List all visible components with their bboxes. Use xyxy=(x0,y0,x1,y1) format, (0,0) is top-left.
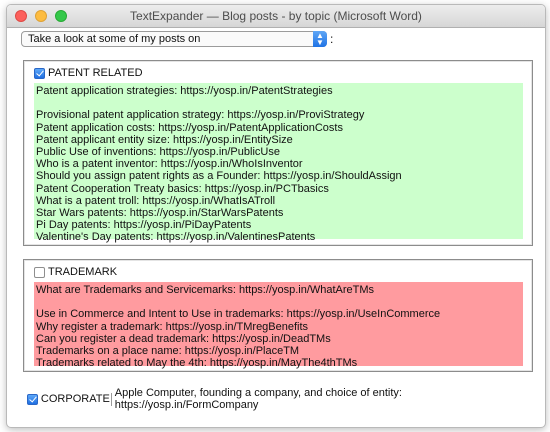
corporate-row: CORPORATE Apple Computer, founding a com… xyxy=(27,387,545,411)
intro-dropdown[interactable]: Take a look at some of my posts on ▲ ▼ xyxy=(21,31,327,47)
patent-toggle[interactable]: PATENT RELATED xyxy=(34,67,143,79)
corporate-label: CORPORATE xyxy=(40,393,110,405)
text-cursor xyxy=(110,392,112,406)
corporate-checkbox[interactable] xyxy=(27,393,38,405)
intro-dropdown-value: Take a look at some of my posts on xyxy=(28,33,201,45)
patent-line: What is a patent troll: https://yosp.in/… xyxy=(36,194,276,207)
trademark-line: Use in Commerce and Intent to Use in tra… xyxy=(36,308,441,321)
trademark-line: Trademarks on a place name: https://yosp… xyxy=(36,344,300,357)
trademark-checkbox[interactable] xyxy=(34,266,45,278)
chevron-up-down-icon[interactable]: ▲ ▼ xyxy=(313,31,327,47)
patent-line: Patent Cooperation Treaty basics: https:… xyxy=(36,182,329,195)
trademark-line xyxy=(36,296,523,308)
patent-line: Should you assign patent rights as a Fou… xyxy=(36,170,402,183)
patent-text-block[interactable]: Patent application strategies: https://y… xyxy=(34,83,523,243)
patent-section: PATENT RELATED Patent application strate… xyxy=(23,60,533,246)
window-title: TextExpander — Blog posts - by topic (Mi… xyxy=(130,9,422,23)
trademark-line: Why register a trademark: https://yosp.i… xyxy=(36,320,309,333)
patent-line: Provisional patent application strategy:… xyxy=(36,109,365,122)
title-bar[interactable]: TextExpander — Blog posts - by topic (Mi… xyxy=(7,5,545,28)
patent-checkbox[interactable] xyxy=(34,67,45,79)
patent-line: Public Use of inventions: https://yosp.i… xyxy=(36,145,280,158)
app-window: TextExpander — Blog posts - by topic (Mi… xyxy=(6,4,546,428)
trademark-line: Can you register a dead trademark: https… xyxy=(36,332,331,345)
patent-line: Star Wars patents: https://yosp.in/StarW… xyxy=(36,206,284,219)
trademark-toggle[interactable]: TRADEMARK xyxy=(34,266,117,278)
trademark-label: TRADEMARK xyxy=(48,266,118,278)
patent-line: Who is a patent inventor: https://yosp.i… xyxy=(36,158,303,171)
trademark-line: What are Trademarks and Servicemarks: ht… xyxy=(36,284,375,296)
patent-line: Pi Day patents: https://yosp.in/PiDayPat… xyxy=(36,219,252,232)
patent-line: Valentine's Day patents: https://yosp.in… xyxy=(36,231,316,244)
trademark-section: TRADEMARK What are Trademarks and Servic… xyxy=(23,259,533,372)
trademark-line: Trademarks related to May the 4th: https… xyxy=(36,357,358,370)
corporate-text[interactable]: Apple Computer, founding a company, and … xyxy=(115,387,545,411)
patent-label: PATENT RELATED xyxy=(48,67,143,79)
patent-line: Patent application costs: https://yosp.i… xyxy=(36,121,343,134)
patent-line: Patent applicant entity size: https://yo… xyxy=(36,133,293,146)
intro-colon: : xyxy=(330,32,334,46)
intro-row: Take a look at some of my posts on ▲ ▼ : xyxy=(21,31,333,47)
trademark-text-block[interactable]: What are Trademarks and Servicemarks: ht… xyxy=(34,282,523,370)
patent-line: Patent application strategies: https://y… xyxy=(36,85,333,97)
patent-line xyxy=(36,97,523,109)
